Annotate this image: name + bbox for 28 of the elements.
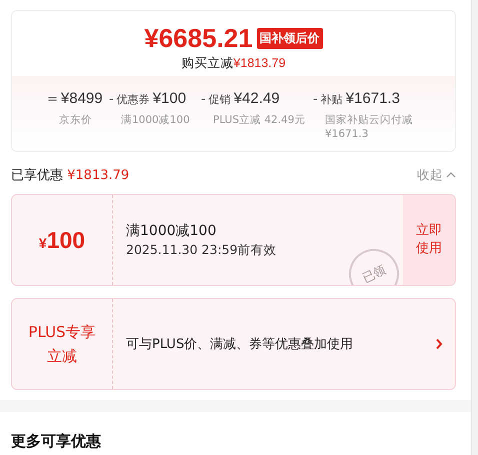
- price-badge: 国补领后价: [256, 28, 323, 48]
- operator-sign: -: [313, 92, 318, 107]
- coupon-validity: 2025.11.30 23:59前有效: [126, 242, 278, 258]
- section-heading: 更多可享优惠: [11, 432, 102, 451]
- operator-sign: -: [201, 92, 206, 107]
- saving-text: 购买立减¥1813.79: [181, 55, 286, 72]
- operator-sign: =: [47, 92, 58, 107]
- coupon-title: 满1000减100: [126, 222, 218, 240]
- final-price: ¥6685.21: [144, 23, 253, 53]
- breakdown-label: 促销: [208, 92, 231, 107]
- breakdown-note: 京东价: [58, 113, 93, 127]
- promo-description: 可与PLUS价、满减、券等优惠叠加使用: [126, 336, 354, 353]
- operator-sign: -: [109, 92, 114, 107]
- breakdown-label: 补贴: [320, 92, 343, 107]
- breakdown-note: 国家补贴云闪付减¥1671.3: [324, 113, 414, 141]
- use-now-button[interactable]: 立即使用: [403, 195, 455, 285]
- breakdown-amount: ¥8499: [60, 90, 103, 107]
- discount-total: 已享优惠 ¥1813.79: [11, 167, 130, 184]
- breakdown-amount: ¥42.49: [234, 90, 280, 107]
- breakdown-amount: ¥1671.3: [346, 90, 400, 107]
- collapse-link[interactable]: 收起: [417, 166, 456, 184]
- coupon-value: ¥100: [38, 226, 86, 254]
- breakdown-amount: ¥100: [152, 90, 186, 107]
- chevron-right-icon[interactable]: [435, 338, 443, 350]
- breakdown-label: 优惠券: [116, 92, 150, 107]
- breakdown-note: 满1000减100: [120, 113, 191, 127]
- breakdown-note: PLUS立减 42.49元: [212, 113, 306, 127]
- promo-title: PLUS专享立减: [27, 322, 97, 367]
